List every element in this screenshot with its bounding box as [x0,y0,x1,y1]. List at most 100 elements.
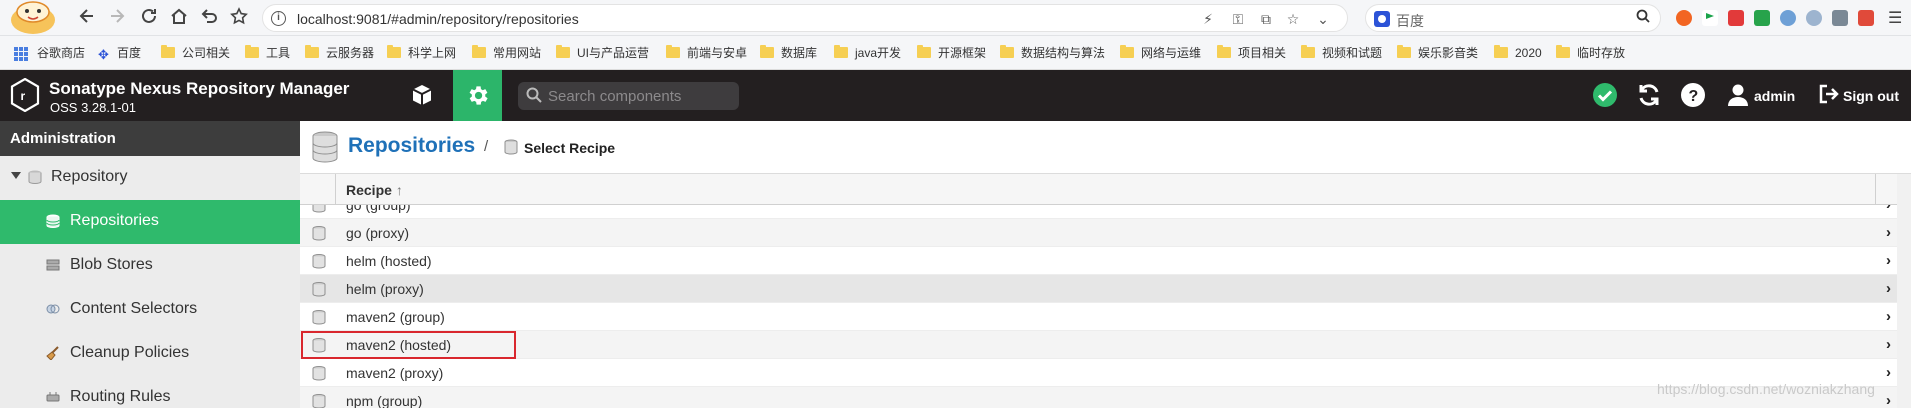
database-icon [312,366,326,381]
bookmark-folder[interactable]: 科学上网 [387,45,456,61]
apps-grid-icon[interactable] [14,47,28,61]
bookmark-folder[interactable]: 娱乐影音类 [1397,45,1478,61]
icon-column-header [300,174,336,205]
search-icon[interactable] [1636,9,1650,27]
router-icon [46,392,60,402]
sidebar-item-content-selectors[interactable]: Content Selectors [0,288,300,332]
bookmark-folder[interactable]: 数据库 [760,45,817,61]
sign-out-icon [1819,84,1839,104]
chevron-right-icon: › [1886,392,1891,408]
extension-mail-icon[interactable] [1832,10,1848,26]
folder-icon [1217,45,1231,58]
extension-eyes-icon[interactable] [1780,10,1796,26]
bookmark-folder[interactable]: 前端与安卓 [666,45,747,61]
help-icon[interactable]: ? [1680,82,1706,108]
bookmark-star-button[interactable] [228,7,250,29]
extension-fe-icon[interactable] [1728,10,1744,26]
sign-out-button[interactable]: Sign out [1818,83,1899,108]
translate-icon[interactable]: ⧉ [1256,9,1276,29]
admin-mode-button[interactable] [453,70,502,121]
info-icon[interactable]: i [271,11,286,26]
url-text: localhost:9081/#admin/repository/reposit… [297,11,579,27]
chevron-down-icon[interactable]: ⌄ [1313,9,1333,29]
table-row[interactable]: helm (hosted) › [300,247,1911,275]
browser-search-placeholder: 百度 [1396,13,1424,29]
bookmark-folder[interactable]: 工具 [245,45,290,61]
chevron-right-icon: › [1886,205,1891,213]
bookmark-folder[interactable]: 临时存放 [1556,45,1625,61]
address-bar[interactable]: i localhost:9081/#admin/repository/repos… [262,4,1348,32]
extension-shield-icon[interactable] [1754,10,1770,26]
extension-pdf-icon[interactable] [1858,10,1874,26]
sidebar-group-label: Repository [51,168,128,185]
folder-icon [1120,45,1134,58]
sidebar-item-repositories[interactable]: Repositories [0,200,300,244]
back-button[interactable] [76,7,98,29]
bookmark-item[interactable]: ✥ 百度 [98,45,141,61]
refresh-icon[interactable] [1636,82,1662,108]
reload-icon [142,8,156,23]
recipe-list: go (group) › go (proxy) › helm (hosted) … [300,205,1911,408]
nexus-logo-icon[interactable]: r [10,78,40,112]
folder-icon [1397,45,1411,58]
database-icon [312,254,326,269]
component-search[interactable] [518,82,739,110]
healthy-check-icon[interactable] [1592,82,1618,108]
favorite-star-icon[interactable]: ☆ [1283,9,1303,29]
browse-mode-button[interactable] [398,70,444,121]
undo-button[interactable] [198,7,220,29]
user-menu[interactable]: admin [1727,83,1795,109]
browser-toolbar: i localhost:9081/#admin/repository/repos… [0,0,1911,36]
bookmark-folder[interactable]: 2020 [1494,45,1542,61]
bookmark-folder[interactable]: 云服务器 [305,45,374,61]
vertical-scrollbar[interactable] [1897,174,1911,408]
browser-search-box[interactable]: 百度 [1365,4,1661,32]
table-row[interactable]: maven2 (group) › [300,303,1911,331]
bookmark-folder[interactable]: 公司相关 [161,45,230,61]
table-row-maven2-hosted[interactable]: maven2 (hosted) › [300,331,1911,359]
sidebar-item-routing-rules[interactable]: Routing Rules [0,376,300,408]
bookmarks-bar: 谷歌商店 ✥ 百度 公司相关 工具 云服务器 科学上网 常用网站 UI与产品运营 … [0,36,1911,70]
caret-down-icon[interactable] [11,172,21,179]
bookmark-folder[interactable]: 视频和试题 [1301,45,1382,61]
bookmark-folder[interactable]: UI与产品运营 [556,45,649,61]
sidebar-item-label: Routing Rules [70,388,171,405]
folder-icon [1494,45,1508,58]
folder-icon [161,45,175,58]
table-row-hovered[interactable]: helm (proxy) › [300,275,1911,303]
home-button[interactable] [168,7,190,29]
folder-icon [917,45,931,58]
sidebar-item-blob-stores[interactable]: Blob Stores [0,244,300,288]
database-icon [312,282,326,297]
folder-icon [305,45,319,58]
database-icon [504,139,518,155]
sidebar-group-repository[interactable]: Repository [0,156,300,200]
admin-sidebar: Administration Repository Repositories B… [0,121,300,408]
key-icon[interactable]: ⚿ [1228,9,1248,29]
reload-button[interactable] [138,7,160,29]
bookmark-folder[interactable]: 网络与运维 [1120,45,1201,61]
search-components-input[interactable] [548,86,733,106]
recipe-column-header[interactable]: Recipe ↑ [346,182,403,198]
bookmark-folder[interactable]: 常用网站 [472,45,541,61]
bookmark-folder[interactable]: 数据结构与算法 [1000,45,1105,61]
bookmark-folder[interactable]: java开发 [834,45,901,61]
bookmark-item[interactable]: 谷歌商店 [37,45,85,61]
breadcrumb-repositories-link[interactable]: Repositories [348,134,475,158]
browser-menu-icon[interactable]: ☰ [1888,8,1902,28]
table-row[interactable]: go (proxy) › [300,219,1911,247]
lightning-icon[interactable]: ⚡ [1198,9,1218,29]
bookmark-folder[interactable]: 开源框架 [917,45,986,61]
database-icon [28,170,42,184]
extension-face-icon[interactable] [1806,10,1822,26]
extension-flag-icon[interactable] [1702,10,1718,26]
forward-button[interactable] [106,7,128,29]
sidebar-item-cleanup-policies[interactable]: Cleanup Policies [0,332,300,376]
browser-logo-icon [11,1,55,34]
extension-infinity-icon[interactable] [1676,10,1692,26]
bookmark-folder[interactable]: 项目相关 [1217,45,1286,61]
main-content: Repositories / Select Recipe Recipe ↑ go… [300,121,1911,408]
recipe-name: go (group) [346,205,411,213]
user-icon [1728,84,1748,106]
table-row[interactable]: go (group) › [300,205,1911,219]
